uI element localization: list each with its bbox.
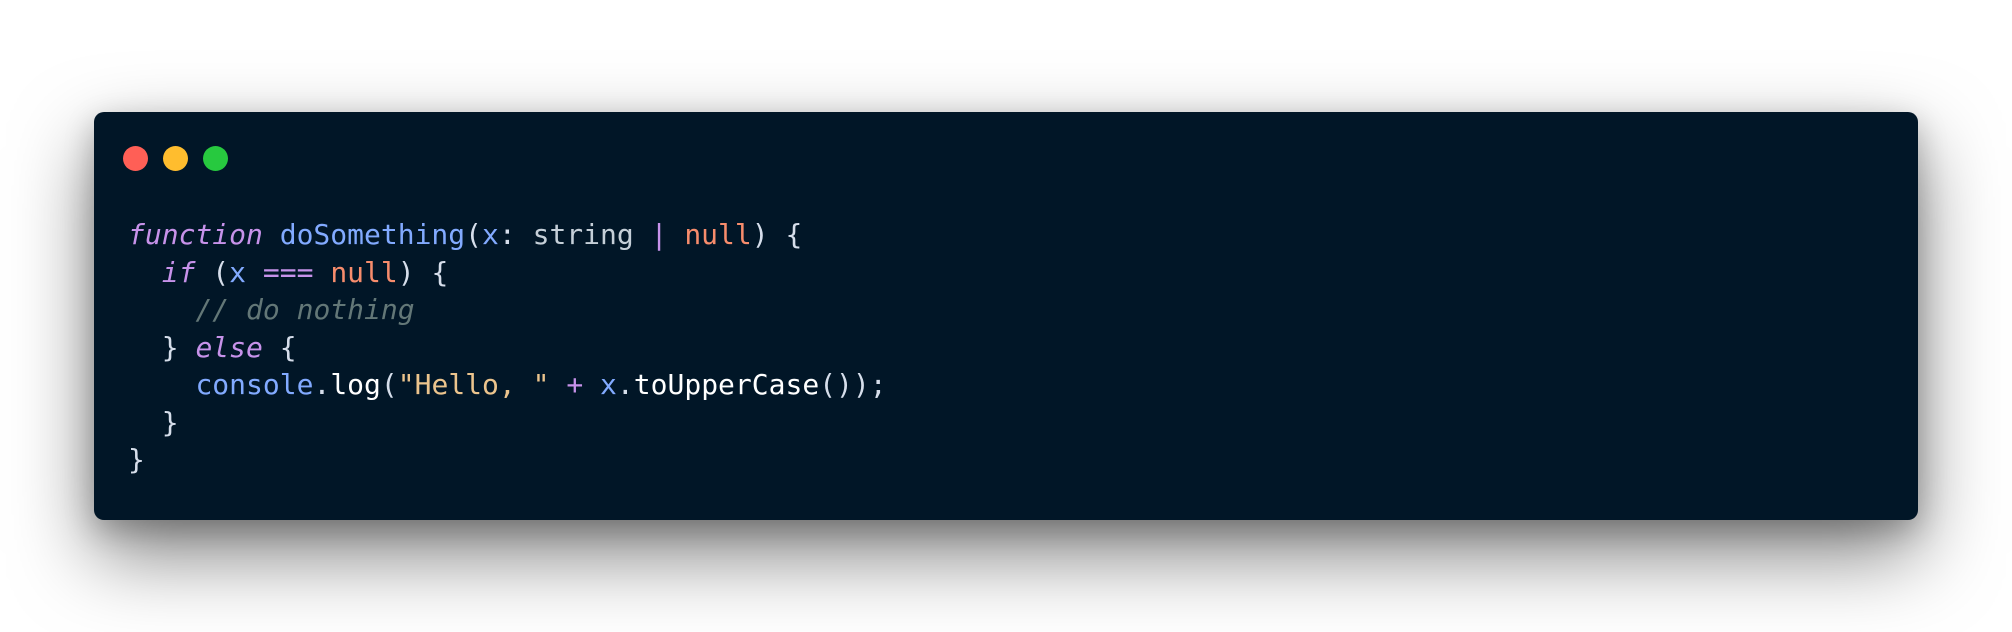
code-token: . bbox=[313, 368, 331, 401]
code-line: } else { bbox=[128, 329, 887, 367]
code-line: } bbox=[128, 404, 887, 442]
code-token: log bbox=[330, 368, 381, 401]
code-token: null bbox=[684, 218, 752, 251]
code-token: else bbox=[195, 330, 263, 364]
code-token: x bbox=[482, 218, 499, 251]
code-token: x bbox=[600, 368, 617, 401]
code-line: if (x === null) { bbox=[128, 254, 887, 292]
code-token: + bbox=[566, 368, 584, 401]
code-token: | bbox=[650, 218, 668, 251]
code-token: ( bbox=[380, 368, 398, 401]
code-token: ) { bbox=[397, 255, 449, 289]
code-line: console.log("Hello, " + x.toUpperCase())… bbox=[128, 366, 887, 404]
code-token: console bbox=[195, 368, 314, 401]
code-token: string bbox=[532, 218, 634, 251]
code-token: toUpperCase bbox=[633, 368, 820, 401]
code-token: } bbox=[128, 330, 196, 364]
code-token: ) { bbox=[751, 218, 803, 251]
minimize-button[interactable] bbox=[163, 146, 188, 171]
code-token: x bbox=[229, 255, 247, 289]
code-token: null bbox=[330, 255, 398, 289]
code-token: { bbox=[262, 330, 297, 364]
code-line: // do nothing bbox=[128, 291, 887, 329]
maximize-button[interactable] bbox=[203, 146, 228, 171]
close-button[interactable] bbox=[123, 146, 148, 171]
code-token: "Hello, " bbox=[397, 368, 550, 401]
code-token: . bbox=[616, 368, 634, 401]
code-token: } bbox=[128, 405, 179, 439]
code-token: } bbox=[128, 443, 145, 476]
code-token: if bbox=[161, 255, 196, 289]
code-window: function doSomething(x: string | null) {… bbox=[94, 112, 1918, 520]
code-line: } bbox=[128, 441, 887, 479]
code-block: function doSomething(x: string | null) {… bbox=[128, 216, 887, 479]
window-controls bbox=[123, 146, 228, 171]
code-line: function doSomething(x: string | null) { bbox=[128, 216, 887, 254]
code-token: function bbox=[128, 218, 263, 251]
code-token: // do nothing bbox=[195, 293, 415, 326]
code-token: : bbox=[498, 218, 533, 251]
code-token: ()); bbox=[819, 368, 887, 401]
code-token: === bbox=[262, 255, 314, 289]
code-token: ( bbox=[195, 255, 230, 289]
code-token: doSomething bbox=[279, 218, 466, 251]
code-token: ( bbox=[465, 218, 483, 251]
